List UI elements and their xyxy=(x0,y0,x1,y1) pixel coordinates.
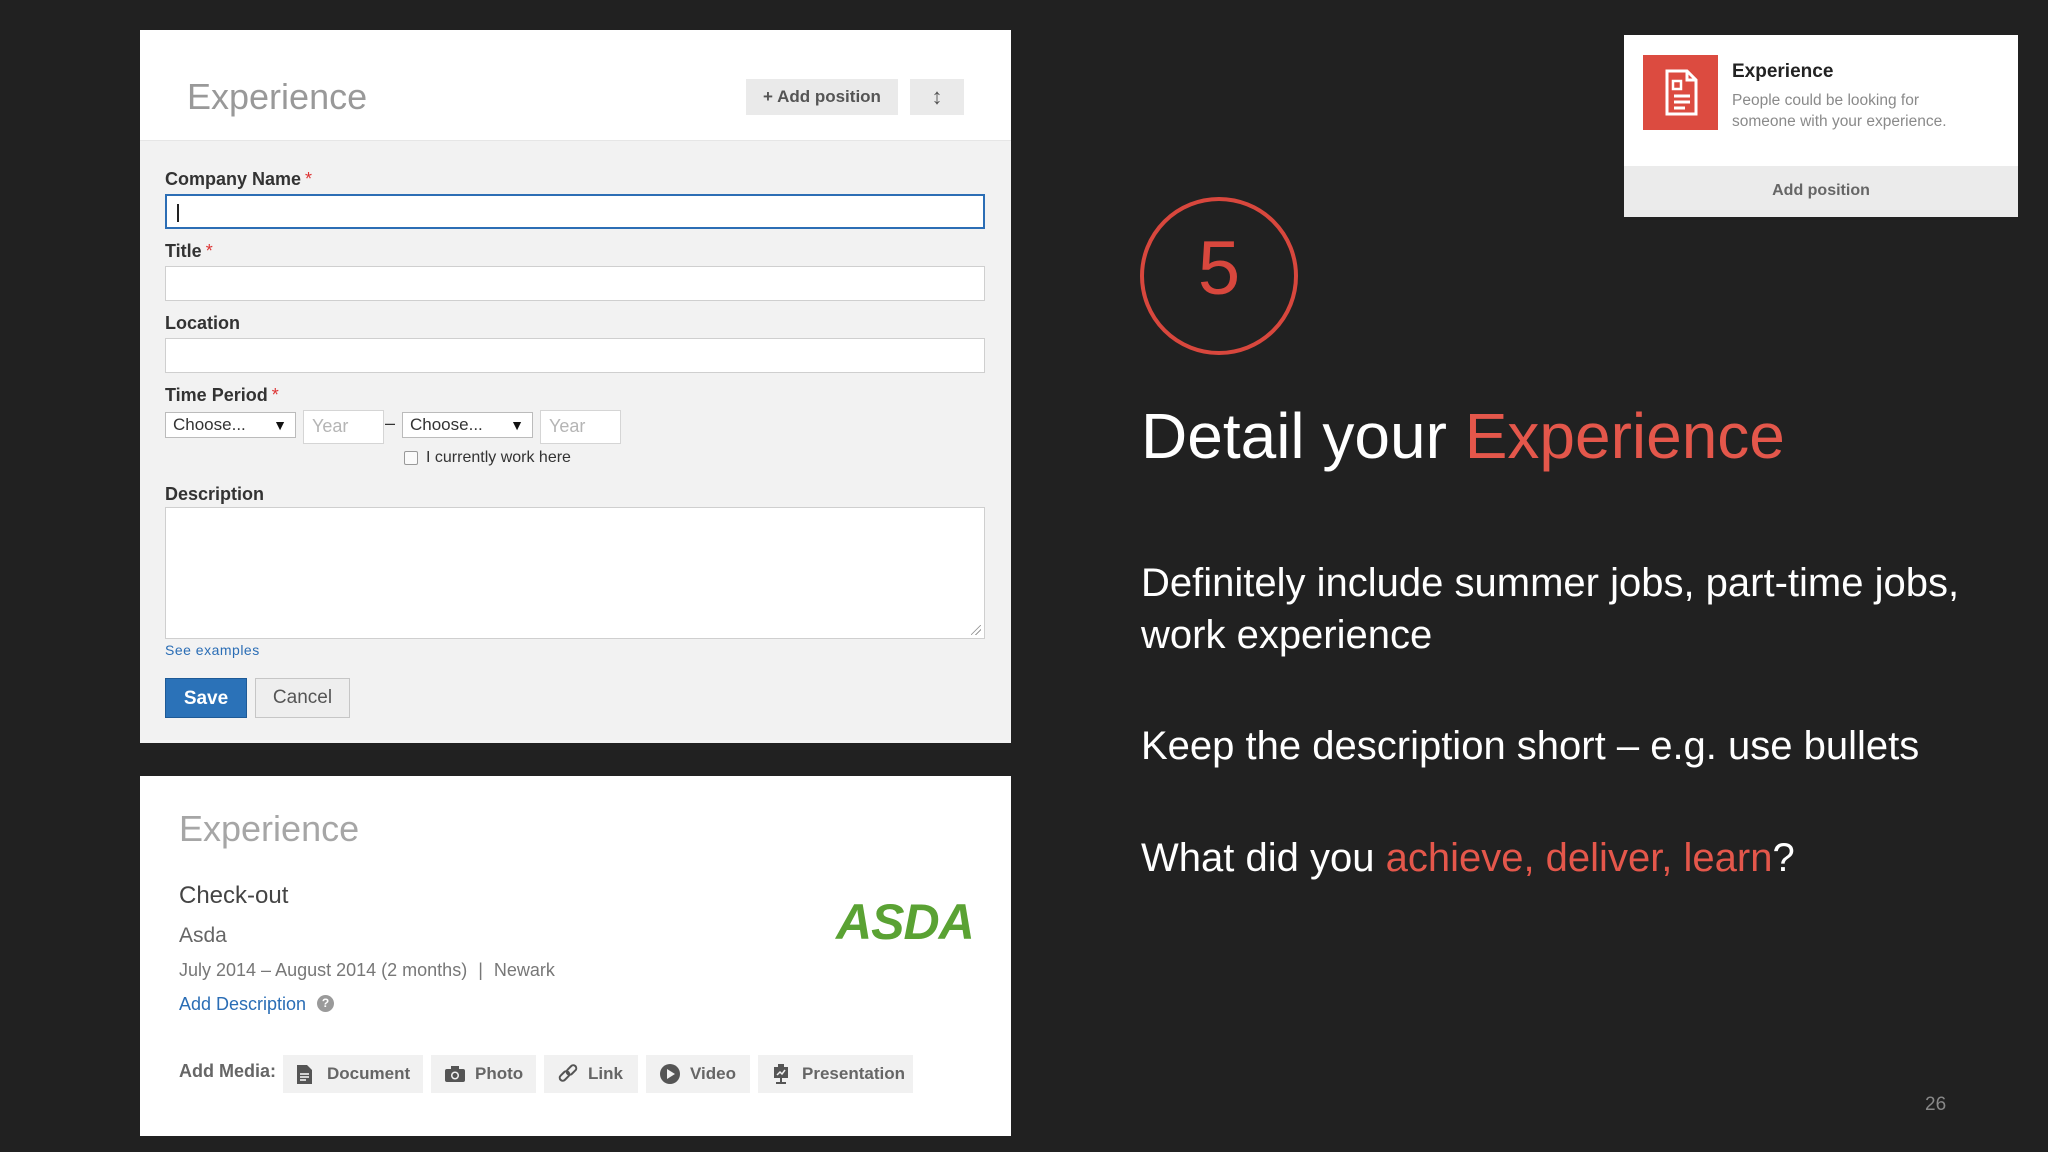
start-year-input[interactable]: Year xyxy=(303,410,384,444)
card-add-position-button[interactable]: Add position xyxy=(1624,182,2018,200)
step-number: 5 xyxy=(1197,226,1241,311)
add-media-label: Add Media: xyxy=(179,1061,276,1081)
add-video-button[interactable]: Video xyxy=(646,1055,750,1093)
add-presentation-button[interactable]: Presentation xyxy=(758,1055,913,1093)
add-photo-button[interactable]: Photo xyxy=(431,1055,536,1093)
link-icon xyxy=(557,1055,579,1099)
caret-down-icon: ▼ xyxy=(510,417,524,433)
add-link-button[interactable]: Link xyxy=(544,1055,638,1093)
end-year-input[interactable]: Year xyxy=(540,410,621,444)
profile-section-title: Experience xyxy=(179,808,360,849)
start-month-select[interactable]: Choose... ▼ xyxy=(165,412,296,438)
reorder-icon[interactable]: ↕ xyxy=(910,79,964,115)
job-location: Newark xyxy=(493,960,555,980)
currently-work-here-label[interactable]: I currently work here xyxy=(426,449,571,467)
bullet-summer-jobs: Definitely include summer jobs, part-tim… xyxy=(1141,561,1960,657)
date-range: July 2014 – August 2014 (2 months) xyxy=(179,960,468,980)
text-cursor xyxy=(177,204,179,222)
document-icon xyxy=(1643,55,1718,130)
page-number: 26 xyxy=(1925,1094,1947,1115)
company-name: Asda xyxy=(179,924,227,947)
description-label: Description xyxy=(165,484,265,504)
separator: | xyxy=(478,960,483,980)
description-textarea[interactable] xyxy=(165,507,985,639)
experience-form-panel: Experience + Add position ↕ Company Name… xyxy=(140,30,1011,743)
bullet-achieve-deliver-learn: What did you achieve, deliver, learn? xyxy=(1141,836,1795,880)
help-icon[interactable]: ? xyxy=(317,995,334,1012)
slide-headline: Detail your Experience xyxy=(1141,400,1785,472)
cancel-button[interactable]: Cancel xyxy=(255,678,350,718)
form-header: Experience + Add position ↕ xyxy=(140,30,1011,141)
title-input[interactable] xyxy=(165,266,985,301)
camera-icon xyxy=(444,1055,466,1097)
date-range-dash: – xyxy=(385,413,396,433)
experience-profile-panel: Experience Check-out Asda July 2014 – Au… xyxy=(140,776,1011,1136)
caret-down-icon: ▼ xyxy=(273,417,287,433)
card-description: People could be looking for someone with… xyxy=(1732,92,1947,130)
play-icon xyxy=(659,1055,681,1099)
add-description-link[interactable]: Add Description xyxy=(179,994,306,1015)
currently-work-here-checkbox[interactable] xyxy=(404,451,418,465)
experience-suggestion-card: Experience People could be looking for s… xyxy=(1624,35,2018,217)
presentation-icon xyxy=(771,1055,791,1099)
location-input[interactable] xyxy=(165,338,985,373)
company-name-label: Company Name * xyxy=(165,169,313,189)
add-position-button[interactable]: + Add position xyxy=(746,79,898,115)
asda-logo: ASDA xyxy=(836,894,975,950)
title-label: Title * xyxy=(165,241,213,261)
job-title: Check-out xyxy=(179,882,289,909)
add-document-button[interactable]: Document xyxy=(283,1055,423,1093)
company-name-input[interactable] xyxy=(165,194,985,229)
location-label: Location xyxy=(165,313,240,333)
card-title: Experience xyxy=(1732,61,1834,82)
dates-location-line: July 2014 – August 2014 (2 months) | New… xyxy=(179,960,555,981)
see-examples-link[interactable]: See examples xyxy=(165,642,260,658)
bullet-short-description: Keep the description short – e.g. use bu… xyxy=(1141,724,1920,768)
document-icon xyxy=(296,1055,313,1099)
end-month-select[interactable]: Choose... ▼ xyxy=(402,412,533,438)
save-button[interactable]: Save xyxy=(165,678,247,718)
resize-grip-icon[interactable] xyxy=(971,625,981,635)
form-title: Experience xyxy=(187,76,368,117)
time-period-label: Time Period * xyxy=(165,385,279,405)
